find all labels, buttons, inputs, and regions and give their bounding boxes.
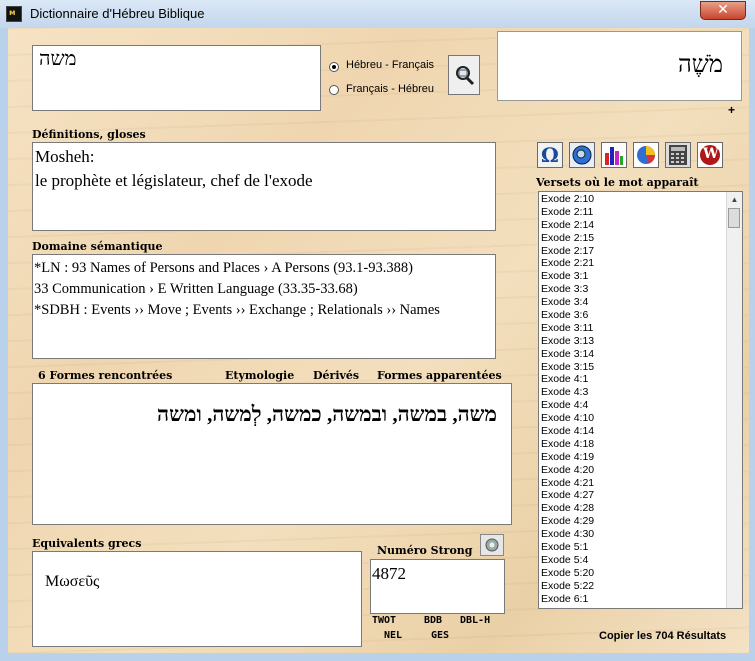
verse-item[interactable]: Exode 5:22: [539, 580, 727, 593]
verse-item[interactable]: Exode 2:15: [539, 232, 727, 245]
verse-item[interactable]: Exode 4:18: [539, 438, 727, 451]
semantic-line-2: 33 Communication › E Written Language (3…: [34, 281, 358, 297]
search-globe-button[interactable]: [569, 142, 595, 168]
audio-button[interactable]: [480, 534, 504, 556]
related-forms-link[interactable]: Formes apparentées: [377, 369, 502, 382]
radio-hebrew-french[interactable]: [329, 62, 339, 72]
window-title: Dictionnaire d'Hébreu Biblique: [30, 6, 205, 21]
semantic-domain-label: Domaine sémantique: [32, 240, 163, 253]
verse-item[interactable]: Exode 2:17: [539, 245, 727, 258]
copy-results-button[interactable]: Copier les 704 Résultats: [599, 630, 726, 642]
verse-item[interactable]: Exode 3:4: [539, 296, 727, 309]
verse-item[interactable]: Exode 4:28: [539, 502, 727, 515]
verse-item[interactable]: Exode 3:6: [539, 309, 727, 322]
strong-number-field[interactable]: 4872: [370, 559, 505, 614]
plus-button[interactable]: +: [728, 103, 735, 117]
verse-item[interactable]: Exode 4:20: [539, 464, 727, 477]
app-icon: ᴍ: [6, 6, 22, 22]
definitions-field[interactable]: Mosheh: le prophète et législateur, chef…: [32, 142, 496, 231]
ges-link[interactable]: GES: [431, 630, 449, 641]
omega-icon: Ω: [541, 143, 559, 167]
verse-item[interactable]: Exode 3:11: [539, 322, 727, 335]
search-input-value: משה: [39, 48, 77, 70]
forms-field[interactable]: משה, במשה, ובמשה, כמשה, לְמשה, ומשה: [32, 383, 512, 525]
twot-link[interactable]: TWOT: [372, 615, 396, 626]
w-logo-letter: W: [703, 146, 719, 162]
radio-hebrew-french-label[interactable]: Hébreu - Français: [346, 59, 434, 71]
verse-item[interactable]: Exode 3:13: [539, 335, 727, 348]
verse-item[interactable]: Exode 4:27: [539, 489, 727, 502]
magnifier-icon: [456, 66, 475, 86]
speaker-icon: [485, 538, 499, 552]
app-window: ᴍ Dictionnaire d'Hébreu Biblique ✕ משה H…: [0, 0, 755, 661]
definitions-line-2: le prophète et législateur, chef de l'ex…: [35, 171, 313, 190]
definitions-label: Définitions, gloses: [32, 128, 146, 141]
verse-item[interactable]: Exode 3:3: [539, 283, 727, 296]
semantic-line-3: *SDBH : Events ›› Move ; Events ›› Excha…: [34, 302, 440, 318]
strong-number-value: 4872: [372, 564, 406, 583]
verse-item[interactable]: Exode 4:19: [539, 451, 727, 464]
bdb-link[interactable]: BDB: [424, 615, 442, 626]
verse-item[interactable]: Exode 4:14: [539, 425, 727, 438]
bar-chart-icon: [605, 147, 623, 165]
hebrew-display-word: מֹשֶׁה: [677, 52, 723, 78]
pie-chart-icon: [637, 146, 655, 164]
scroll-up-icon[interactable]: ▲: [727, 192, 742, 207]
title-bar: ᴍ Dictionnaire d'Hébreu Biblique ✕: [0, 0, 755, 28]
nel-link[interactable]: NEL: [384, 630, 402, 641]
verses-scrollbar[interactable]: ▲: [726, 192, 742, 608]
greek-equivalents-label: Equivalents grecs: [32, 537, 142, 550]
pie-chart-button[interactable]: [633, 142, 659, 168]
verse-item[interactable]: Exode 2:21: [539, 257, 727, 270]
forms-count-label: 6 Formes rencontrées: [38, 369, 173, 382]
search-globe-icon: [572, 145, 592, 165]
strong-number-label: Numéro Strong: [377, 544, 473, 557]
derived-link[interactable]: Dérivés: [313, 369, 359, 382]
calculator-button[interactable]: [665, 142, 691, 168]
verse-item[interactable]: Exode 5:4: [539, 554, 727, 567]
verse-item[interactable]: Exode 4:30: [539, 528, 727, 541]
verse-item[interactable]: Exode 2:11: [539, 206, 727, 219]
verse-item[interactable]: Exode 5:20: [539, 567, 727, 580]
verse-item[interactable]: Exode 4:29: [539, 515, 727, 528]
verse-item[interactable]: Exode 4:10: [539, 412, 727, 425]
radio-french-hebrew[interactable]: [329, 85, 339, 95]
verse-item[interactable]: Exode 5:1: [539, 541, 727, 554]
verse-item[interactable]: Exode 4:21: [539, 477, 727, 490]
main-panel: משה Hébreu - Français Français - Hébreu …: [8, 28, 749, 653]
w-logo-icon: W: [700, 145, 720, 165]
greek-value: Μωσεῦς: [45, 573, 100, 590]
verses-items: Exode 2:10 Exode 2:11 Exode 2:14 Exode 2:15…: [539, 193, 727, 606]
verse-item[interactable]: Exode 4:4: [539, 399, 727, 412]
verse-item[interactable]: Exode 2:10: [539, 193, 727, 206]
semantic-domain-field[interactable]: *LN : 93 Names of Persons and Places › A…: [32, 254, 496, 359]
search-input[interactable]: משה: [32, 45, 321, 111]
verse-item[interactable]: Exode 3:1: [539, 270, 727, 283]
definitions-line-1: Mosheh:: [35, 147, 95, 166]
verses-list[interactable]: Exode 2:10 Exode 2:11 Exode 2:14 Exode 2:15…: [538, 191, 743, 609]
omega-button[interactable]: Ω: [537, 142, 563, 168]
greek-equivalents-field[interactable]: Μωσεῦς: [32, 551, 362, 647]
radio-french-hebrew-label[interactable]: Français - Hébreu: [346, 83, 434, 95]
verse-item[interactable]: Exode 4:3: [539, 386, 727, 399]
verse-item[interactable]: Exode 3:15: [539, 361, 727, 374]
dbl-h-link[interactable]: DBL-H: [460, 615, 490, 626]
verse-item[interactable]: Exode 4:1: [539, 373, 727, 386]
w-button[interactable]: W: [697, 142, 723, 168]
verse-item[interactable]: Exode 3:14: [539, 348, 727, 361]
close-button[interactable]: ✕: [700, 1, 746, 20]
calculator-icon: [669, 145, 687, 165]
verse-item[interactable]: Exode 2:14: [539, 219, 727, 232]
forms-text: משה, במשה, ובמשה, כמשה, לְמשה, ומשה: [157, 402, 497, 426]
semantic-line-1: *LN : 93 Names of Persons and Places › A…: [34, 260, 413, 276]
scroll-thumb[interactable]: [728, 208, 740, 228]
verses-label: Versets où le mot apparaît: [536, 176, 699, 189]
statistics-button[interactable]: [601, 142, 627, 168]
search-button[interactable]: [448, 55, 480, 95]
etymology-link[interactable]: Etymologie: [225, 369, 294, 382]
verse-item[interactable]: Exode 6:1: [539, 593, 727, 606]
hebrew-display: מֹשֶׁה: [497, 31, 742, 101]
